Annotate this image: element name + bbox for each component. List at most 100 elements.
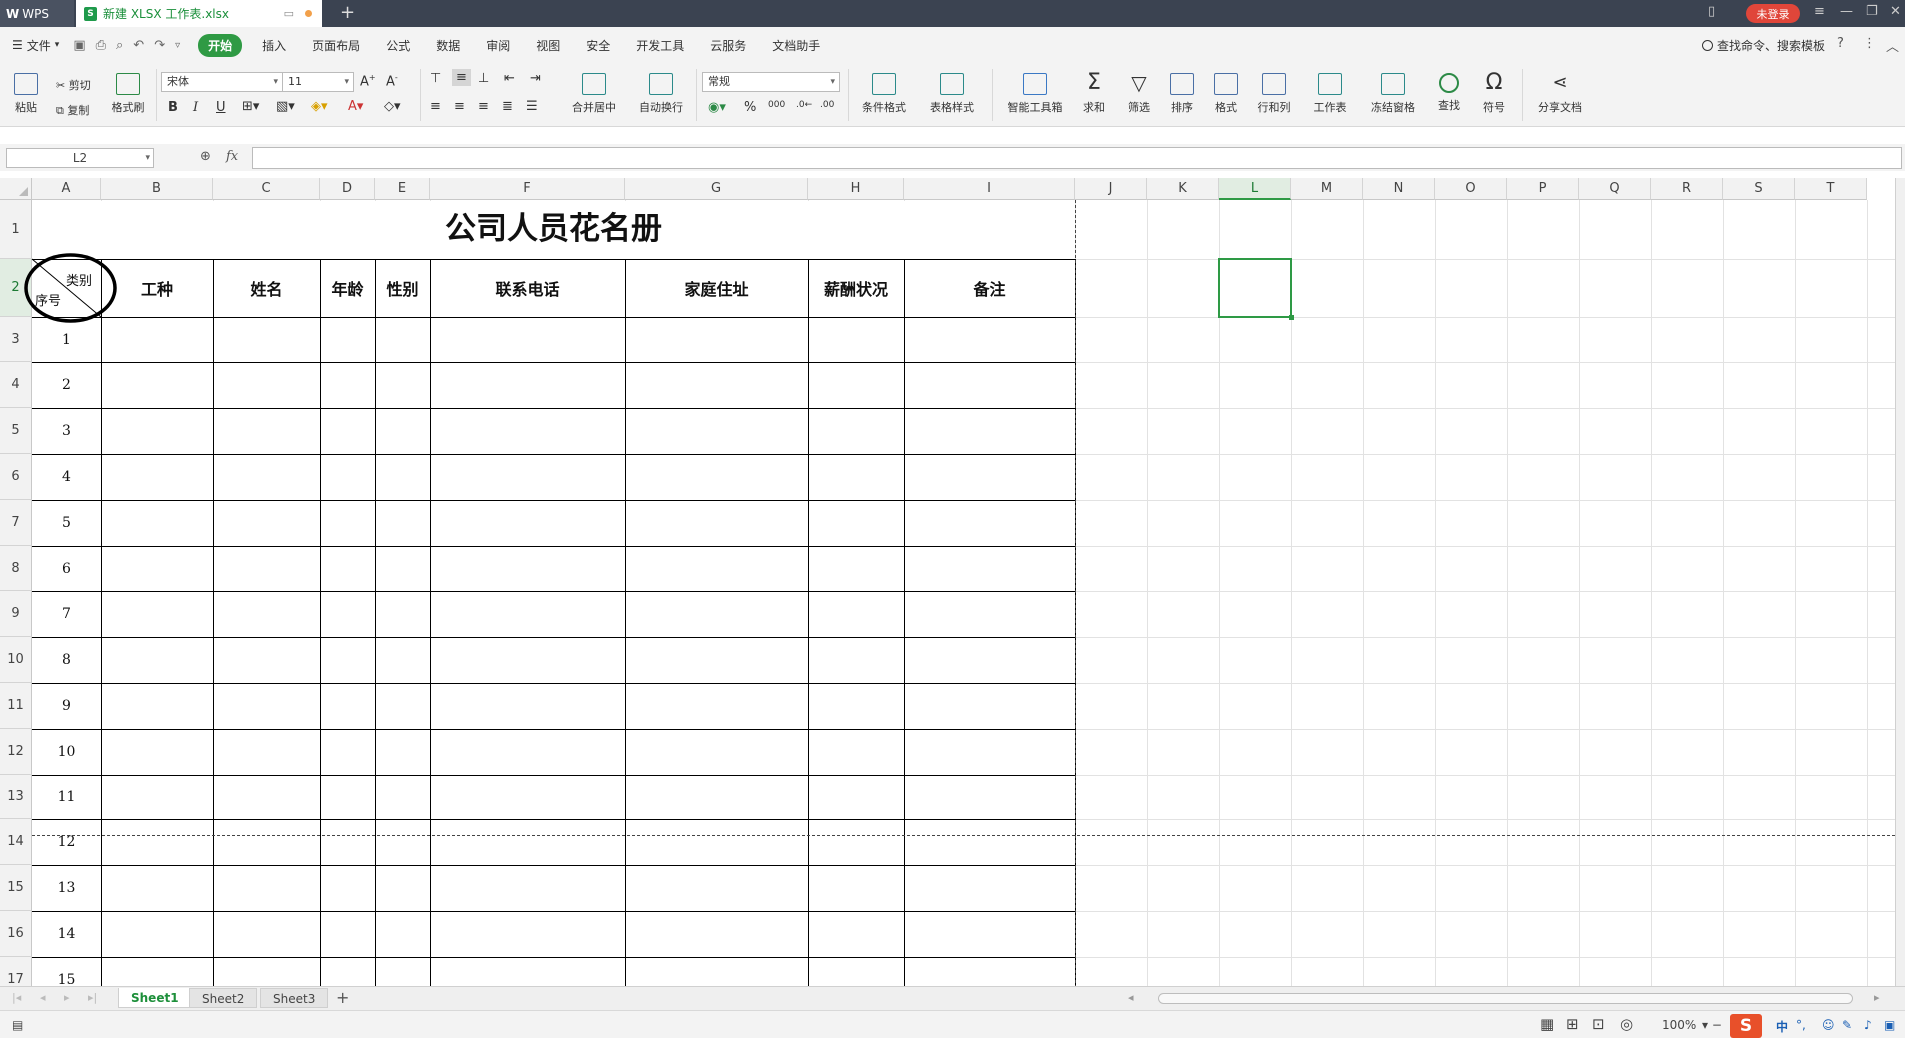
symbol-button[interactable]: Ω 符号 bbox=[1476, 72, 1512, 115]
row-header-11[interactable]: 11 bbox=[0, 683, 32, 729]
column-header-k[interactable]: K bbox=[1147, 178, 1219, 200]
formula-input[interactable] bbox=[252, 147, 1902, 169]
help-icon[interactable]: ? bbox=[1837, 36, 1844, 51]
column-header-g[interactable]: G bbox=[625, 178, 808, 200]
column-header-m[interactable]: M bbox=[1291, 178, 1363, 200]
zoom-level[interactable]: 100% bbox=[1662, 1018, 1696, 1032]
serial-number-cell[interactable]: 10 bbox=[32, 729, 101, 775]
smart-toolbox-button[interactable]: 智能工具箱 bbox=[1002, 73, 1068, 115]
menu-tab-formulas[interactable]: 公式 bbox=[386, 37, 410, 54]
row-header-1[interactable]: 1 bbox=[0, 200, 32, 259]
thousands-icon[interactable]: 000 bbox=[768, 100, 785, 110]
menu-tab-page-layout[interactable]: 页面布局 bbox=[312, 37, 360, 54]
bold-icon[interactable]: B bbox=[168, 100, 178, 115]
wps-app-tab[interactable]: W WPS bbox=[0, 0, 74, 27]
minimize-icon[interactable]: — bbox=[1840, 4, 1853, 19]
scroll-left-icon[interactable]: ◂ bbox=[1128, 991, 1134, 1004]
cut-button[interactable]: ✂ 剪切 bbox=[56, 77, 91, 93]
distributed-icon[interactable]: ☰ bbox=[526, 99, 538, 114]
decrease-font-icon[interactable]: A- bbox=[386, 73, 398, 89]
horizontal-scrollbar[interactable] bbox=[1158, 993, 1853, 1004]
row-header-15[interactable]: 15 bbox=[0, 865, 32, 911]
column-header-o[interactable]: O bbox=[1435, 178, 1507, 200]
serial-number-cell[interactable]: 2 bbox=[32, 362, 101, 408]
header-cell[interactable]: 备注 bbox=[904, 259, 1075, 317]
sogou-ime-icon[interactable]: S bbox=[1730, 1014, 1762, 1038]
column-header-h[interactable]: H bbox=[808, 178, 904, 200]
close-icon[interactable]: ✕ bbox=[1890, 4, 1901, 19]
wrap-text-button[interactable]: 自动换行 bbox=[634, 73, 688, 115]
menu-tab-cloud[interactable]: 云服务 bbox=[710, 37, 746, 54]
page-break-view-icon[interactable]: ⊞ bbox=[1566, 1015, 1579, 1033]
clear-icon[interactable]: ◇▾ bbox=[384, 99, 401, 114]
command-search[interactable]: 查找命令、搜索模板 bbox=[1701, 37, 1825, 54]
filter-button[interactable]: ▽ 筛选 bbox=[1122, 73, 1156, 115]
menu-tab-view[interactable]: 视图 bbox=[536, 37, 560, 54]
serial-number-cell[interactable]: 3 bbox=[32, 408, 101, 454]
add-sheet-button[interactable]: + bbox=[336, 988, 349, 1007]
first-sheet-icon[interactable]: |◂ bbox=[12, 991, 21, 1004]
menu-tab-data[interactable]: 数据 bbox=[436, 37, 460, 54]
serial-number-cell[interactable]: 13 bbox=[32, 865, 101, 911]
rows-cols-button[interactable]: 行和列 bbox=[1252, 73, 1296, 115]
column-header-d[interactable]: D bbox=[320, 178, 375, 200]
row-header-12[interactable]: 12 bbox=[0, 729, 32, 775]
row-header-8[interactable]: 8 bbox=[0, 546, 32, 591]
sum-button[interactable]: Σ 求和 bbox=[1078, 72, 1110, 115]
align-right-icon[interactable]: ≡ bbox=[478, 99, 489, 114]
next-sheet-icon[interactable]: ▸ bbox=[64, 991, 70, 1004]
column-header-q[interactable]: Q bbox=[1579, 178, 1651, 200]
borders-icon[interactable]: ⊞▾ bbox=[242, 99, 259, 114]
decrease-indent-icon[interactable]: ⇤ bbox=[504, 71, 515, 86]
zoom-formula-icon[interactable]: ⊕ bbox=[200, 149, 211, 164]
new-tab-button[interactable]: + bbox=[340, 2, 355, 23]
currency-icon[interactable]: ◉▾ bbox=[708, 100, 726, 115]
serial-number-cell[interactable]: 15 bbox=[32, 957, 101, 986]
column-header-c[interactable]: C bbox=[213, 178, 320, 200]
menu-tab-doc-assistant[interactable]: 文档助手 bbox=[772, 37, 820, 54]
header-cell[interactable]: 联系电话 bbox=[430, 259, 625, 317]
column-header-l[interactable]: L bbox=[1219, 178, 1291, 200]
increase-indent-icon[interactable]: ⇥ bbox=[530, 71, 541, 86]
serial-number-cell[interactable]: 1 bbox=[32, 317, 101, 362]
column-header-f[interactable]: F bbox=[430, 178, 625, 200]
window-mode-icon[interactable]: ▯ bbox=[1708, 4, 1715, 19]
header-cell[interactable]: 工种 bbox=[101, 259, 213, 317]
align-top-icon[interactable]: ⊤ bbox=[430, 71, 441, 86]
zoom-dropdown-icon[interactable]: ▾ − bbox=[1702, 1018, 1722, 1032]
undo-icon[interactable]: ↶ bbox=[133, 38, 144, 53]
print-icon[interactable]: ⎙ bbox=[96, 38, 106, 53]
document-tab[interactable]: S 新建 XLSX 工作表.xlsx ▭ bbox=[76, 0, 322, 27]
prev-sheet-icon[interactable]: ◂ bbox=[40, 991, 46, 1004]
menu-tab-review[interactable]: 审阅 bbox=[486, 37, 510, 54]
font-color-icon[interactable]: A▾ bbox=[348, 99, 363, 114]
scroll-right-icon[interactable]: ▸ bbox=[1874, 991, 1880, 1004]
justify-icon[interactable]: ≣ bbox=[502, 99, 513, 114]
serial-number-cell[interactable]: 5 bbox=[32, 500, 101, 546]
column-header-r[interactable]: R bbox=[1651, 178, 1723, 200]
row-header-5[interactable]: 5 bbox=[0, 408, 32, 454]
find-button[interactable]: 查找 bbox=[1432, 73, 1466, 113]
page-layout-view-icon[interactable]: ⊡ bbox=[1592, 1015, 1605, 1033]
italic-icon[interactable]: I bbox=[193, 100, 198, 115]
cell-style-icon[interactable]: ▧▾ bbox=[276, 99, 295, 114]
align-bottom-icon[interactable]: ⊥ bbox=[478, 71, 489, 86]
merge-center-button[interactable]: 合并居中 bbox=[566, 73, 622, 115]
row-header-14[interactable]: 14 bbox=[0, 819, 32, 865]
sheet-tab-sheet1[interactable]: Sheet1 bbox=[118, 988, 192, 1008]
emoji-icon[interactable]: ☺ bbox=[1822, 1018, 1835, 1032]
row-header-17[interactable]: 17 bbox=[0, 957, 32, 986]
column-header-t[interactable]: T bbox=[1795, 178, 1867, 200]
sheet-tab-sheet3[interactable]: Sheet3 bbox=[260, 988, 329, 1008]
microphone-icon[interactable]: ♪ bbox=[1864, 1018, 1872, 1032]
percent-icon[interactable]: % bbox=[744, 100, 756, 115]
row-header-9[interactable]: 9 bbox=[0, 591, 32, 637]
copy-button[interactable]: ⧉ 复制 bbox=[56, 102, 89, 118]
ime-language[interactable]: 中 bbox=[1776, 1018, 1788, 1035]
serial-number-cell[interactable]: 8 bbox=[32, 637, 101, 683]
row-header-10[interactable]: 10 bbox=[0, 637, 32, 683]
column-header-j[interactable]: J bbox=[1075, 178, 1147, 200]
column-header-e[interactable]: E bbox=[375, 178, 430, 200]
font-name-select[interactable]: 宋体 ▾ bbox=[161, 72, 283, 92]
column-header-b[interactable]: B bbox=[101, 178, 213, 200]
